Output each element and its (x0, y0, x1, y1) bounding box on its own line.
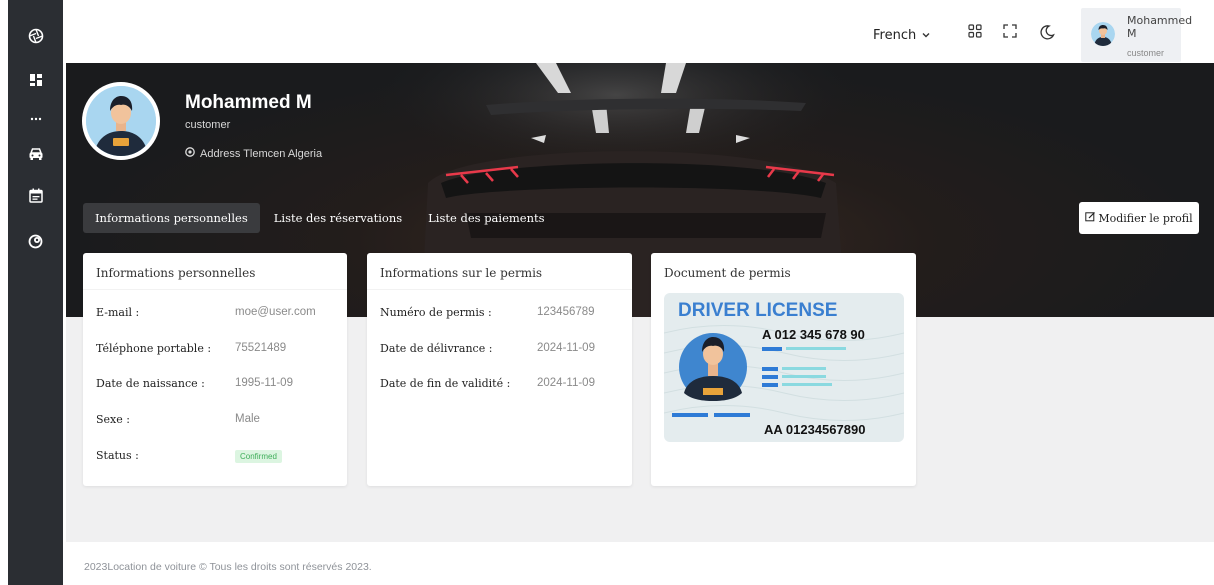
gender-label: Sexe : (96, 413, 130, 426)
user-role: customer (1127, 48, 1165, 58)
birthdate-label: Date de naissance : (96, 377, 205, 390)
license-image[interactable]: DRIVER LICENSE A 012 345 678 90 AA 01234… (664, 293, 904, 442)
issue-date-label: Date de délivrance : (380, 342, 493, 355)
permit-document-card: Document de permis DRIVER LICENSE A 012 … (651, 253, 916, 486)
dashboard-icon[interactable] (8, 68, 63, 92)
user-name: Mohammed M (1127, 14, 1193, 40)
apps-grid-icon[interactable] (968, 24, 982, 43)
phone-value: 75521489 (235, 342, 287, 354)
personal-info-card: Informations personnelles E-mail : moe@u… (83, 253, 347, 486)
sidebar-bar (8, 0, 63, 585)
address-text: Address Tlemcen Algeria (200, 148, 323, 160)
email-value: moe@user.com (235, 306, 316, 318)
permit-number-label: Numéro de permis : (380, 306, 492, 319)
tab-informations-personnelles[interactable]: Informations personnelles (83, 203, 260, 233)
birthdate-value: 1995-11-09 (235, 377, 293, 389)
license-title: DRIVER LICENSE (678, 300, 838, 321)
card-title: Informations personnelles (96, 266, 256, 280)
more-icon[interactable] (8, 107, 63, 131)
topbar: French Mohammed M customer (66, 0, 1214, 63)
permit-info-card: Informations sur le permis Numéro de per… (367, 253, 632, 486)
profile-tabs: Informations personnelles Liste des rése… (83, 203, 559, 233)
phone-label: Téléphone portable : (96, 342, 212, 355)
divider (83, 289, 347, 290)
profile-role: customer (185, 119, 231, 131)
profile-address: Address Tlemcen Algeria (185, 147, 322, 161)
avatar (1091, 22, 1115, 46)
dark-mode-moon-icon[interactable] (1039, 24, 1055, 45)
logo-aperture-icon[interactable] (8, 24, 63, 48)
payment-icon[interactable] (8, 229, 63, 253)
profile-name: Mohammed M (185, 92, 312, 113)
permit-number-value: 123456789 (537, 306, 595, 318)
edit-profile-button[interactable]: Modifier le profil (1079, 202, 1199, 234)
card-title: Informations sur le permis (380, 266, 543, 280)
divider (367, 289, 632, 290)
profile-avatar (82, 82, 160, 160)
email-label: E-mail : (96, 306, 140, 319)
issue-date-value: 2024-11-09 (537, 342, 595, 354)
sidebar (0, 0, 66, 585)
user-menu[interactable]: Mohammed M customer (1081, 8, 1193, 62)
location-pin-icon (185, 147, 195, 161)
gender-value: Male (235, 413, 260, 425)
chevron-down-icon[interactable] (921, 27, 931, 45)
fullscreen-icon[interactable] (1003, 24, 1017, 43)
language-select[interactable]: French (873, 28, 916, 43)
calendar-icon[interactable] (8, 183, 63, 207)
footer-copyright: 2023Location de voiture © Tous les droit… (84, 561, 372, 573)
edit-profile-label: Modifier le profil (1098, 211, 1193, 225)
license-number-bottom: AA 01234567890 (764, 422, 866, 437)
expiry-date-label: Date de fin de validité : (380, 377, 511, 390)
status-label: Status : (96, 449, 139, 462)
edit-icon (1085, 211, 1096, 225)
license-number-top: A 012 345 678 90 (762, 327, 865, 342)
tab-liste-paiements[interactable]: Liste des paiements (416, 203, 556, 233)
card-title: Document de permis (664, 266, 791, 280)
tab-liste-reservations[interactable]: Liste des réservations (262, 203, 414, 233)
car-icon[interactable] (8, 142, 63, 166)
expiry-date-value: 2024-11-09 (537, 377, 595, 389)
status-badge: Confirmed (235, 450, 282, 463)
